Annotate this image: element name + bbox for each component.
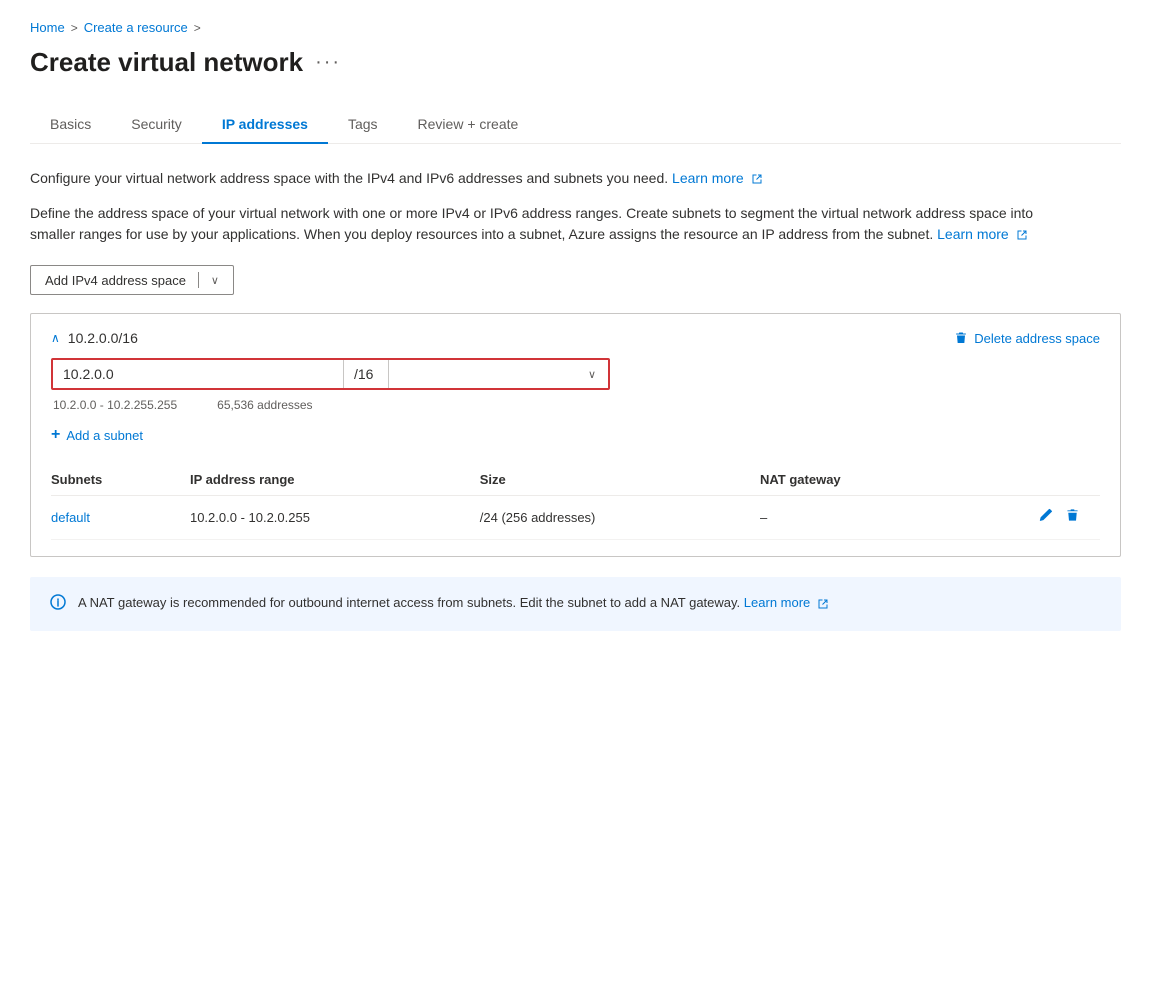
page-title: Create virtual network bbox=[30, 47, 303, 78]
subnets-table-header: Subnets IP address range Size NAT gatewa… bbox=[51, 464, 1100, 496]
table-row: default 10.2.0.0 - 10.2.0.255 /24 (256 a… bbox=[51, 496, 1100, 540]
learn-more-link-1[interactable]: Learn more bbox=[672, 170, 762, 186]
cidr-block: /16 bbox=[343, 360, 388, 388]
description-line1: Configure your virtual network address s… bbox=[30, 168, 1080, 189]
address-space-header: ∧ 10.2.0.0/16 Delete address space bbox=[51, 330, 1100, 346]
ip-range-info: 10.2.0.0 - 10.2.255.255 65,536 addresses bbox=[51, 398, 1100, 412]
address-space-box: ∧ 10.2.0.0/16 Delete address space /16 ∨… bbox=[30, 313, 1121, 557]
cidr-chevron-icon: ∨ bbox=[588, 368, 596, 381]
add-ipv4-row: Add IPv4 address space ∨ bbox=[30, 265, 1121, 295]
ip-range: 10.2.0.0 - 10.2.255.255 bbox=[53, 398, 177, 412]
subnet-size-cell: /24 (256 addresses) bbox=[480, 496, 760, 540]
external-link-icon-2 bbox=[1016, 229, 1028, 241]
learn-more-link-2[interactable]: Learn more bbox=[937, 226, 1027, 242]
tab-tags[interactable]: Tags bbox=[328, 106, 398, 144]
delete-address-space-label: Delete address space bbox=[974, 331, 1100, 346]
info-banner-text: A NAT gateway is recommended for outboun… bbox=[78, 593, 829, 613]
ip-input-row: /16 ∨ bbox=[51, 358, 610, 390]
subnets-table: Subnets IP address range Size NAT gatewa… bbox=[51, 464, 1100, 540]
subnet-nat-cell: – bbox=[760, 496, 963, 540]
cidr-value: /16 bbox=[344, 360, 388, 388]
subnet-name-cell: default bbox=[51, 496, 190, 540]
cidr-dropdown[interactable]: ∨ bbox=[388, 360, 608, 388]
trash-icon bbox=[954, 331, 968, 345]
chevron-down-icon: ∨ bbox=[211, 274, 219, 287]
address-count: 65,536 addresses bbox=[217, 398, 312, 412]
plus-icon: + bbox=[51, 426, 60, 444]
breadcrumb-home[interactable]: Home bbox=[30, 20, 65, 35]
col-header-ip-range: IP address range bbox=[190, 464, 480, 496]
add-ipv4-label: Add IPv4 address space bbox=[45, 273, 186, 288]
external-link-icon-3 bbox=[817, 598, 829, 610]
subnet-ip-range-cell: 10.2.0.0 - 10.2.0.255 bbox=[190, 496, 480, 540]
add-subnet-row[interactable]: + Add a subnet bbox=[51, 426, 1100, 444]
ip-address-input[interactable] bbox=[53, 360, 343, 388]
add-ipv4-button[interactable]: Add IPv4 address space ∨ bbox=[30, 265, 234, 295]
breadcrumb-sep-2: > bbox=[194, 21, 201, 35]
tabs-bar: Basics Security IP addresses Tags Review… bbox=[30, 106, 1121, 144]
subnet-actions-cell bbox=[963, 496, 1100, 540]
tab-security[interactable]: Security bbox=[111, 106, 202, 144]
button-divider bbox=[198, 272, 199, 288]
subnet-name-link[interactable]: default bbox=[51, 510, 90, 525]
breadcrumb-create-resource[interactable]: Create a resource bbox=[84, 20, 188, 35]
edit-subnet-icon[interactable] bbox=[1038, 510, 1057, 527]
tab-review-create[interactable]: Review + create bbox=[398, 106, 539, 144]
address-space-title: 10.2.0.0/16 bbox=[68, 330, 138, 346]
info-banner: A NAT gateway is recommended for outboun… bbox=[30, 577, 1121, 631]
breadcrumb: Home > Create a resource > bbox=[30, 20, 1121, 35]
col-header-actions bbox=[963, 464, 1100, 496]
collapse-icon[interactable]: ∧ bbox=[51, 331, 60, 345]
add-subnet-label: Add a subnet bbox=[66, 428, 143, 443]
col-header-size: Size bbox=[480, 464, 760, 496]
address-space-title-row: ∧ 10.2.0.0/16 bbox=[51, 330, 138, 346]
external-link-icon-1 bbox=[751, 173, 763, 185]
subnets-table-body: default 10.2.0.0 - 10.2.0.255 /24 (256 a… bbox=[51, 496, 1100, 540]
more-options-icon[interactable]: ··· bbox=[315, 51, 341, 74]
tab-basics[interactable]: Basics bbox=[30, 106, 111, 144]
col-header-subnets: Subnets bbox=[51, 464, 190, 496]
delete-subnet-icon[interactable] bbox=[1065, 510, 1080, 527]
description-line2: Define the address space of your virtual… bbox=[30, 203, 1080, 245]
info-learn-more-link[interactable]: Learn more bbox=[744, 595, 829, 610]
page-header: Create virtual network ··· bbox=[30, 47, 1121, 78]
col-header-nat: NAT gateway bbox=[760, 464, 963, 496]
info-circle-icon bbox=[50, 594, 66, 615]
tab-ip-addresses[interactable]: IP addresses bbox=[202, 106, 328, 144]
breadcrumb-sep-1: > bbox=[71, 21, 78, 35]
delete-address-space-link[interactable]: Delete address space bbox=[954, 331, 1100, 346]
